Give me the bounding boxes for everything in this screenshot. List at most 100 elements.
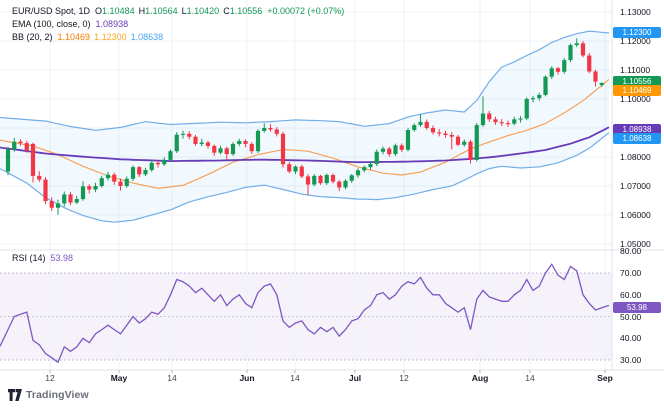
candle-body xyxy=(131,167,135,179)
candle-body xyxy=(162,160,166,164)
candle-body xyxy=(62,194,66,203)
price-badge-1.08638: 1.08638 xyxy=(613,133,661,144)
candle-body xyxy=(75,199,79,202)
price-tick-label: 1.06000 xyxy=(620,210,651,220)
ema-label: EMA (100, close, 0) xyxy=(12,19,91,29)
price-tick-label: 1.07000 xyxy=(620,181,651,191)
candle-body xyxy=(387,149,391,155)
bb-value: 1.10469 xyxy=(58,32,91,42)
price-badge-1.10469: 1.10469 xyxy=(613,85,661,96)
candle-body xyxy=(87,186,91,189)
price-badge-1.12300: 1.12300 xyxy=(613,27,661,38)
candle-body xyxy=(406,130,410,150)
rsi-value-badge: 53.98 xyxy=(613,302,661,313)
candle-body xyxy=(425,122,429,128)
candle-body xyxy=(268,128,272,129)
tradingview-logo-icon xyxy=(8,389,22,401)
candle-body xyxy=(262,128,266,131)
candle-body xyxy=(93,186,97,189)
candle-body xyxy=(150,163,154,170)
rsi-tick-label: 80.00 xyxy=(620,246,641,256)
candle-body xyxy=(362,167,366,170)
candle-body xyxy=(587,56,591,72)
candle-body xyxy=(125,179,129,186)
candle-body xyxy=(443,134,447,135)
candle-body xyxy=(187,134,191,137)
candle-body xyxy=(337,182,341,188)
candle-body xyxy=(156,163,160,164)
rsi-tick-label: 60.00 xyxy=(620,290,641,300)
candle-body xyxy=(37,176,41,180)
candle-body xyxy=(393,145,397,154)
candle-body xyxy=(543,77,547,95)
ohlc-values: O1.10484H1.10564L1.10420C1.10556 xyxy=(95,6,262,16)
ema-legend-row[interactable]: EMA (100, close, 0) 1.08938 xyxy=(12,17,344,30)
candle-body xyxy=(593,71,597,81)
candle-body xyxy=(375,152,379,164)
candle-body xyxy=(500,122,504,123)
candle-body xyxy=(181,134,185,135)
candle-body xyxy=(450,135,454,137)
time-tick-label-Sep: Sep xyxy=(588,373,622,383)
candle-body xyxy=(493,119,497,122)
candle-body xyxy=(25,143,29,151)
candle-body xyxy=(112,175,116,182)
candle-body xyxy=(356,170,360,175)
candle-body xyxy=(275,129,279,133)
rsi-tick-label: 70.00 xyxy=(620,268,641,278)
candle-body xyxy=(106,175,110,178)
rsi-legend-row[interactable]: RSI (14) 53.98 xyxy=(12,251,73,264)
candle-body xyxy=(481,114,485,126)
rsi-label: RSI (14) xyxy=(12,253,46,263)
candle-body xyxy=(231,144,235,154)
candle-body xyxy=(506,123,510,124)
candle-body xyxy=(118,182,122,186)
candle-body xyxy=(168,151,172,160)
time-tick-label-Jul: Jul xyxy=(338,373,372,383)
candle-body xyxy=(400,145,404,149)
candle-body xyxy=(581,43,585,55)
candle-body xyxy=(143,170,147,174)
candle-body xyxy=(12,142,16,150)
legend: EUR/USD Spot, 1D O1.10484H1.10564L1.1042… xyxy=(12,4,344,43)
candle-body xyxy=(600,83,604,85)
symbol-legend-row[interactable]: EUR/USD Spot, 1D O1.10484H1.10564L1.1042… xyxy=(12,4,344,17)
candle-body xyxy=(6,149,10,171)
time-axis[interactable]: 12May14Jun14Jul12Aug14Sep xyxy=(0,370,664,390)
bb-legend-row[interactable]: BB (20, 2) 1.104691.123001.08638 xyxy=(12,30,344,43)
time-tick-label-Aug: Aug xyxy=(463,373,497,383)
candle-body xyxy=(293,167,297,172)
candle-body xyxy=(562,60,566,72)
candle-body xyxy=(437,132,441,133)
ohlc-pair: C1.10556 xyxy=(223,6,262,16)
candle-body xyxy=(300,167,304,177)
candle-body xyxy=(31,144,35,176)
price-tick-label: 1.11000 xyxy=(620,65,650,75)
price-axis[interactable]: 1.130001.120001.110001.100001.080001.070… xyxy=(612,0,664,370)
candle-body xyxy=(175,135,179,152)
candle-body xyxy=(331,175,335,182)
ohlc-pair: H1.10564 xyxy=(139,6,178,16)
candle-body xyxy=(537,95,541,98)
candle-body xyxy=(318,176,322,183)
candle-body xyxy=(218,148,222,152)
candle-body xyxy=(325,175,329,183)
candle-body xyxy=(456,137,460,145)
chart-plot-area[interactable] xyxy=(0,0,664,408)
time-tick-label-Jun: Jun xyxy=(230,373,264,383)
candle-body xyxy=(237,141,241,144)
tradingview-attribution[interactable]: TradingView xyxy=(8,389,89,401)
time-tick-label-12: 12 xyxy=(387,373,421,383)
candle-body xyxy=(468,142,472,160)
ema-value: 1.08938 xyxy=(96,19,129,29)
time-tick-label-14: 14 xyxy=(513,373,547,383)
candle-body xyxy=(556,68,560,71)
candle-body xyxy=(193,137,197,144)
candle-body xyxy=(81,186,85,199)
bb-value: 1.08638 xyxy=(131,32,164,42)
candle-body xyxy=(68,194,72,202)
rsi-tick-label: 40.00 xyxy=(620,333,641,343)
candle-body xyxy=(418,122,422,125)
candle-body xyxy=(225,148,229,154)
candle-body xyxy=(256,131,260,151)
